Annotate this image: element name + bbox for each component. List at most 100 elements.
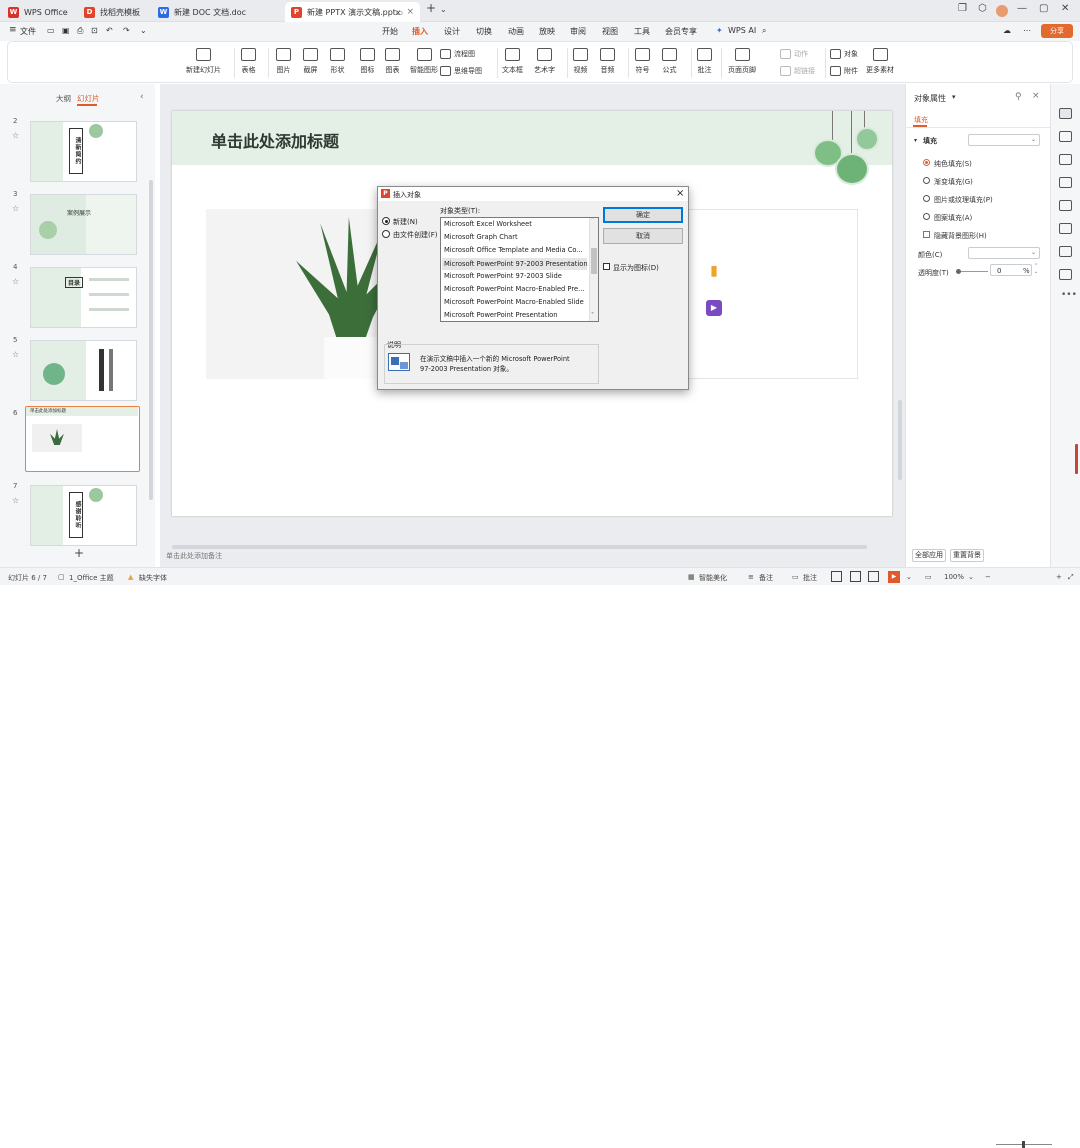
translate-icon[interactable] (1059, 223, 1072, 234)
chart-icon[interactable]: ▮ (702, 263, 726, 287)
star-icon[interactable]: ☆ (12, 277, 19, 286)
menu-animation[interactable]: 动画 (508, 26, 524, 37)
star-icon[interactable]: ☆ (12, 204, 19, 213)
formula-button[interactable]: 公式 (662, 48, 677, 75)
list-item[interactable]: Microsoft PowerPoint 97-2003 Slide (444, 272, 562, 280)
tab-outline[interactable]: 大纲 (56, 93, 71, 104)
transparency-input[interactable]: 0 % (990, 264, 1032, 276)
magic-icon[interactable] (1059, 154, 1072, 165)
more-icon[interactable]: ••• (1061, 290, 1077, 300)
menu-design[interactable]: 设计 (444, 26, 460, 37)
dialog-close-icon[interactable]: × (676, 188, 684, 199)
zoom-out-icon[interactable]: − (985, 573, 991, 581)
play-icon[interactable]: ▶ (888, 571, 900, 583)
zoom-slider-handle[interactable] (1022, 1141, 1025, 1148)
folder-icon[interactable]: ▭ (47, 26, 55, 35)
undo-icon[interactable]: ↶ (106, 26, 113, 35)
video-icon[interactable]: ▶ (706, 300, 722, 316)
tab-pptx[interactable]: P 新建 PPTX 演示文稿.pptx ▭ × (285, 2, 420, 22)
list-item[interactable]: Microsoft Office Template and Media Co..… (444, 246, 583, 254)
slide-thumb-6-selected[interactable]: 单击此处添加标题 (25, 406, 140, 472)
share-icon[interactable] (1059, 269, 1072, 280)
slider-handle[interactable] (956, 269, 961, 274)
radio-picture-fill[interactable] (923, 195, 930, 202)
close-panel-icon[interactable]: × (1032, 91, 1040, 101)
scrollbar[interactable] (149, 180, 153, 500)
attachment-button[interactable]: 附件 (830, 66, 858, 76)
solid-fill-label[interactable]: 纯色填充(S) (934, 159, 972, 169)
fill-type-select[interactable]: ⌄ (968, 134, 1040, 146)
radio-pattern-fill[interactable] (923, 213, 930, 220)
textbox-button[interactable]: 文本框 (502, 48, 523, 75)
list-item[interactable]: Microsoft PowerPoint Macro-Enabled Slide (444, 298, 584, 306)
menu-tools[interactable]: 工具 (634, 26, 650, 37)
comments-toggle[interactable]: 批注 (803, 573, 817, 583)
menu-file[interactable]: 文件 (20, 26, 36, 37)
tab-wps-office[interactable]: W WPS Office (2, 2, 74, 22)
notes-placeholder[interactable]: 单击此处添加备注 (166, 551, 222, 561)
list-item[interactable]: Microsoft Graph Chart (444, 233, 518, 241)
menu-review[interactable]: 审阅 (570, 26, 586, 37)
theme-name[interactable]: 1_Office 主题 (69, 573, 114, 583)
video-button[interactable]: 视频 (573, 48, 588, 75)
search-icon[interactable]: ⌕ (762, 26, 766, 36)
new-slide-button[interactable]: 新建幻灯片 (186, 48, 221, 75)
collapse-icon[interactable]: ‹ (140, 92, 144, 102)
hamburger-icon[interactable]: ≡ (9, 25, 17, 35)
redo-icon[interactable]: ↷ (123, 26, 130, 35)
share-button[interactable]: 分享 (1041, 24, 1073, 38)
list-item[interactable]: Microsoft PowerPoint Presentation (444, 311, 558, 319)
save-icon[interactable]: ▣ (62, 26, 70, 35)
radio-from-file[interactable] (382, 230, 390, 238)
cloud-icon[interactable]: ☁ (1003, 26, 1011, 35)
apply-all-button[interactable]: 全部应用 (912, 549, 946, 562)
chevron-down-icon[interactable]: ▾ (952, 93, 956, 101)
list-item[interactable]: Microsoft PowerPoint Macro-Enabled Pre..… (444, 285, 584, 293)
screenshot-button[interactable]: 截屏 (303, 48, 318, 75)
zoom-level[interactable]: 100% (944, 573, 964, 581)
missing-font[interactable]: 缺失字体 (139, 573, 167, 583)
shape-button[interactable]: 形状 (330, 48, 345, 75)
notes-toggle[interactable]: 备注 (759, 573, 773, 583)
close-tab-icon[interactable]: × (406, 7, 414, 17)
minimize-icon[interactable]: — (1017, 3, 1027, 14)
comment-button[interactable]: 批注 (697, 48, 712, 75)
smartart-button[interactable]: 智能图形 (410, 48, 438, 75)
ok-button[interactable]: 确定 (603, 207, 683, 223)
print-preview-icon[interactable]: ⊡ (91, 26, 98, 35)
audio-button[interactable]: 音频 (600, 48, 615, 75)
more-options-icon[interactable]: ⋯ (1023, 26, 1031, 35)
horizontal-scrollbar[interactable] (172, 545, 867, 549)
tab-doc[interactable]: W 新建 DOC 文档.doc (152, 2, 282, 22)
list-item[interactable]: Microsoft Excel Worksheet (444, 220, 532, 228)
show-as-icon-checkbox[interactable] (603, 263, 610, 270)
color-picker[interactable]: ⌄ (968, 247, 1040, 259)
new-tab-icon[interactable]: + (426, 1, 436, 15)
slide-sorter-icon[interactable] (850, 571, 861, 582)
slide-thumb-2[interactable]: 清新简约 (30, 121, 137, 182)
monitor-icon[interactable]: ▭ (395, 8, 403, 17)
ai-icon[interactable]: ✦ (716, 26, 723, 35)
tab-templates[interactable]: D 找稻壳模板 (78, 2, 148, 22)
menu-home[interactable]: 开始 (382, 26, 398, 37)
add-slide-button[interactable]: + (74, 546, 84, 560)
menu-member[interactable]: 会员专享 (665, 26, 697, 37)
flowchart-button[interactable]: 流程图 (440, 49, 475, 59)
chevron-down-icon[interactable]: ⌄ (906, 573, 912, 581)
reading-view-icon[interactable] (868, 571, 879, 582)
scroll-down-icon[interactable]: ˅ (591, 312, 594, 319)
stepper-icon[interactable]: ⌃ ⌄ (1034, 263, 1038, 275)
cube-icon[interactable]: ⬡ (978, 3, 987, 14)
wordart-button[interactable]: 艺术字 (534, 48, 555, 75)
slide-thumb-4[interactable]: 目录 (30, 267, 137, 328)
zoom-in-icon[interactable]: + (1056, 573, 1062, 581)
transparency-slider[interactable] (958, 271, 988, 272)
menu-view[interactable]: 视图 (602, 26, 618, 37)
slide-thumb-3[interactable]: 案例展示 (30, 194, 137, 255)
menu-transition[interactable]: 切换 (476, 26, 492, 37)
star-icon[interactable]: ☆ (12, 131, 19, 140)
chart-button[interactable]: 图表 (385, 48, 400, 75)
list-scrollbar[interactable]: ˄ ˅ (589, 218, 598, 321)
animation-icon[interactable] (1059, 200, 1072, 211)
properties-icon[interactable] (1059, 108, 1072, 119)
